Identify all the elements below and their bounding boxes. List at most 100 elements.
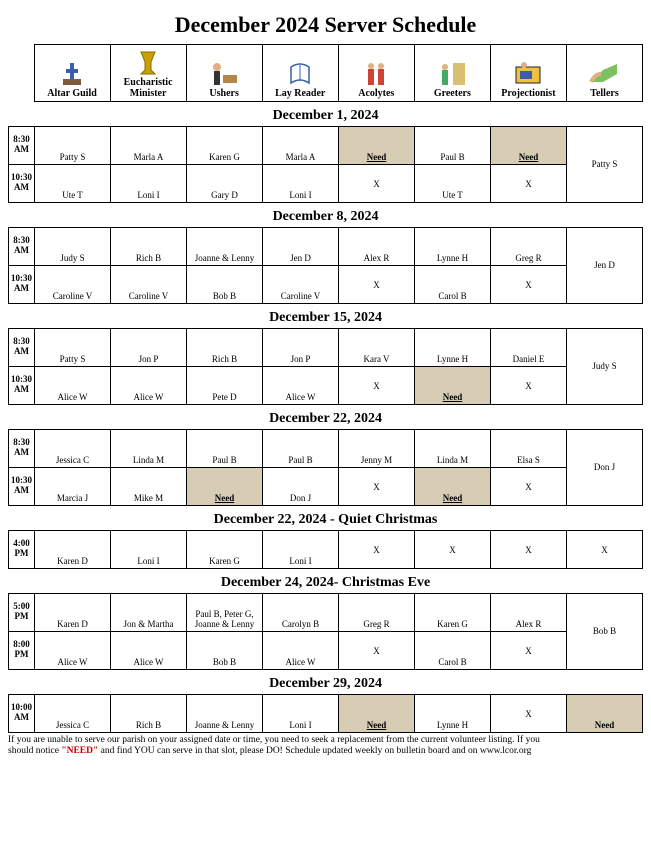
table-row: 4:00PMKaren DLoni IKaren GLoni IXXXX (9, 531, 643, 569)
assignment-cell: Joanne & Lenny (187, 695, 263, 733)
assignment-cell: Paul B (263, 430, 339, 468)
time-cell: 8:30AM (9, 127, 35, 165)
date-header: December 29, 2024 (8, 674, 643, 694)
assignment-cell: Loni I (111, 165, 187, 203)
assignment-cell: Carol B (415, 266, 491, 304)
assignment-cell: Karen G (187, 531, 263, 569)
assignment-cell: X (491, 695, 567, 733)
schedule-table: 8:30AMJudy SRich BJoanne & LennyJen DAle… (8, 227, 643, 304)
time-cell: 10:00AM (9, 695, 35, 733)
assignment-cell: Karen G (187, 127, 263, 165)
assignment-cell: Judy S (35, 228, 111, 266)
assignment-cell: Need (415, 468, 491, 506)
assignment-cell: Alex R (339, 228, 415, 266)
assignment-cell: Caroline V (263, 266, 339, 304)
footer-text: should notice (8, 746, 61, 756)
date-header: December 22, 2024 (8, 409, 643, 429)
assignment-cell: X (339, 165, 415, 203)
assignment-cell: Paul B (415, 127, 491, 165)
assignment-cell: Carol B (415, 632, 491, 670)
projector-icon (514, 58, 542, 88)
table-row: 10:30AMCaroline VCaroline VBob BCaroline… (9, 266, 643, 304)
assignment-cell: Joanne & Lenny (187, 228, 263, 266)
assignment-cell: X (491, 266, 567, 304)
assignment-cell: Ute T (35, 165, 111, 203)
assignment-cell: Alice W (35, 632, 111, 670)
assignment-cell: Rich B (111, 228, 187, 266)
assignment-cell: Need (339, 127, 415, 165)
time-cell: 10:30AM (9, 266, 35, 304)
assignment-cell: Karen D (35, 594, 111, 632)
assignment-cell: Ute T (415, 165, 491, 203)
table-row: 8:30AMJessica CLinda MPaul BPaul BJenny … (9, 430, 643, 468)
assignment-cell: X (339, 632, 415, 670)
assignment-cell: Loni I (111, 531, 187, 569)
assignment-cell: Marcia J (35, 468, 111, 506)
assignment-cell: Caroline V (35, 266, 111, 304)
assignment-cell: Loni I (263, 531, 339, 569)
role-label: Acolytes (358, 88, 394, 99)
assignment-cell: Marla A (111, 127, 187, 165)
time-cell: 8:30AM (9, 430, 35, 468)
roles-header-table: Altar Guild Eucharistic Minister Ushers … (8, 44, 643, 102)
role-label: Altar Guild (47, 88, 97, 99)
assignment-cell: Need (187, 468, 263, 506)
assignment-cell: Carolyn B (263, 594, 339, 632)
table-row: 5:00PMKaren DJon & MarthaPaul B, Peter G… (9, 594, 643, 632)
assignment-cell: Loni I (263, 165, 339, 203)
assignment-cell: Greg R (339, 594, 415, 632)
role-greeters: Greeters (414, 45, 490, 102)
assignment-cell: Lynne H (415, 329, 491, 367)
assignment-cell: Karen G (415, 594, 491, 632)
assignment-cell: Rich B (111, 695, 187, 733)
role-lay-reader: Lay Reader (262, 45, 338, 102)
assignment-cell: Elsa S (491, 430, 567, 468)
assignment-cell: Alice W (111, 632, 187, 670)
assignment-cell: Need (339, 695, 415, 733)
assignment-cell: Alex R (491, 594, 567, 632)
assignment-cell: Jenny M (339, 430, 415, 468)
assignment-cell: Marla A (263, 127, 339, 165)
role-acolytes: Acolytes (338, 45, 414, 102)
assignment-cell: Lynne H (415, 695, 491, 733)
assignment-cell: X (491, 468, 567, 506)
assignment-cell: Bob B (187, 266, 263, 304)
schedule-table: 8:30AMPatty SJon PRich BJon PKara VLynne… (8, 328, 643, 405)
chalice-icon (137, 47, 159, 77)
role-label: Projectionist (501, 88, 555, 99)
assignment-cell: Loni I (263, 695, 339, 733)
role-altar-guild: Altar Guild (34, 45, 110, 102)
assignment-cell: X (339, 468, 415, 506)
role-projectionist: Projectionist (490, 45, 566, 102)
role-label: Tellers (590, 88, 619, 99)
role-label: Greeters (434, 88, 471, 99)
assignment-cell: Linda M (415, 430, 491, 468)
assignment-cell: Linda M (111, 430, 187, 468)
assignment-cell: Lynne H (415, 228, 491, 266)
assignment-cell: Alice W (263, 632, 339, 670)
time-cell: 8:30AM (9, 329, 35, 367)
assignment-cell: Jen D (263, 228, 339, 266)
date-header: December 15, 2024 (8, 308, 643, 328)
teller-cell: Need (567, 695, 643, 733)
table-row: 8:00PMAlice WAlice WBob BAlice WXCarol B… (9, 632, 643, 670)
assignment-cell: Kara V (339, 329, 415, 367)
assignment-cell: Caroline V (111, 266, 187, 304)
assignment-cell: Jon P (263, 329, 339, 367)
table-row: 10:30AMMarcia JMike MNeedDon JXNeedX (9, 468, 643, 506)
assignment-cell: Paul B (187, 430, 263, 468)
table-row: 8:30AMPatty SMarla AKaren GMarla ANeedPa… (9, 127, 643, 165)
altar-icon (59, 58, 85, 88)
assignment-cell: Bob B (187, 632, 263, 670)
table-row: 8:30AMPatty SJon PRich BJon PKara VLynne… (9, 329, 643, 367)
teller-cell: Jen D (567, 228, 643, 304)
assignment-cell: Daniel E (491, 329, 567, 367)
schedule-area: December 1, 20248:30AMPatty SMarla AKare… (8, 106, 643, 733)
assignment-cell: Alice W (111, 367, 187, 405)
assignment-cell: X (339, 531, 415, 569)
assignment-cell: Jessica C (35, 695, 111, 733)
schedule-table: 4:00PMKaren DLoni IKaren GLoni IXXXX (8, 530, 643, 569)
footer-text: and find YOU can serve in that slot, ple… (98, 746, 531, 756)
assignment-cell: Patty S (35, 329, 111, 367)
role-label: Ushers (209, 88, 238, 99)
